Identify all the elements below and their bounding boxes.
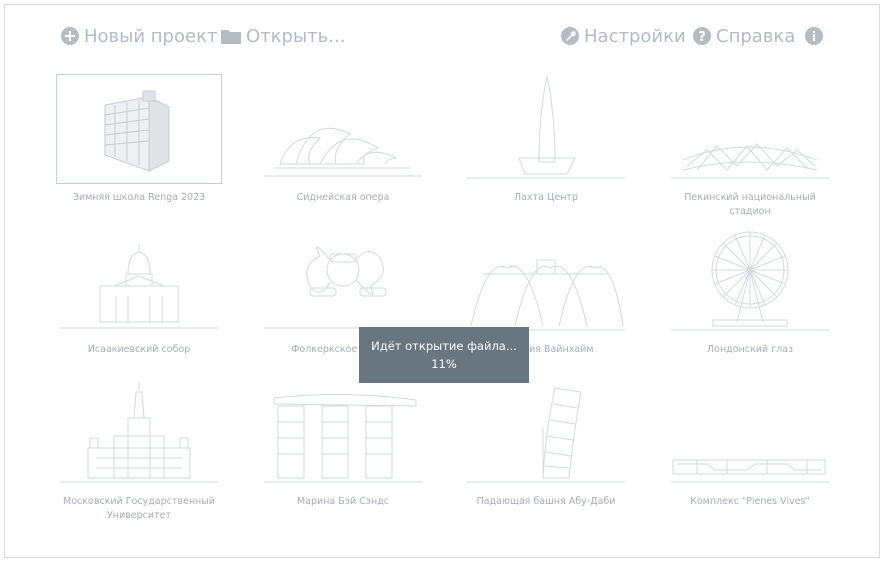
folder-icon — [220, 27, 242, 45]
project-title: Пекинский национальный стадион — [684, 192, 816, 217]
project-thumbnail — [56, 226, 222, 336]
project-thumbnail — [463, 378, 629, 488]
project-title: Зимняя школа Renga 2023 — [72, 192, 206, 203]
project-tile[interactable]: Комплекс "Pienes Vives" — [665, 378, 835, 509]
project-tile[interactable]: Пекинский национальный стадион — [665, 74, 835, 219]
project-tile[interactable]: Лондонский глаз — [665, 226, 835, 357]
question-circle-icon: ? — [692, 26, 712, 46]
project-title: Комплекс "Pienes Vives" — [690, 496, 810, 507]
project-thumbnail — [56, 74, 222, 184]
project-tile[interactable]: Исаакиевский собор — [54, 226, 224, 357]
open-button[interactable]: Открыть... — [220, 22, 345, 50]
project-tile[interactable]: Марина Бэй Сэндс — [258, 378, 428, 509]
open-label: Открыть... — [246, 25, 346, 47]
help-label: Справка — [716, 25, 796, 47]
project-tile[interactable]: Зимняя школа Renga 2023 — [54, 74, 224, 205]
project-tile[interactable]: Падающая башня Абу-Даби — [461, 378, 631, 509]
project-thumbnail — [56, 378, 222, 488]
settings-button[interactable]: Настройки — [560, 22, 686, 50]
new-project-label: Новый проект — [84, 25, 218, 47]
project-tile[interactable]: Московский Государственный Университет — [54, 378, 224, 523]
plus-circle-icon — [60, 26, 80, 46]
project-title: Лахта Центр — [514, 192, 578, 203]
project-tile[interactable]: Сиднейская опера — [258, 74, 428, 205]
project-thumbnail — [260, 378, 426, 488]
project-title: Московский Государственный Университет — [63, 496, 215, 521]
project-title: Падающая башня Абу-Даби — [476, 496, 616, 507]
project-tile[interactable]: Лахта Центр — [461, 74, 631, 205]
project-title: Сиднейская опера — [296, 192, 390, 203]
loading-text: Идёт открытие файла... — [371, 339, 517, 353]
project-title: Марина Бэй Сэндс — [296, 496, 390, 507]
project-thumbnail — [463, 226, 629, 336]
loading-overlay: Идёт открытие файла... 11% — [359, 327, 529, 383]
project-thumbnail — [667, 74, 833, 184]
new-project-button[interactable]: Новый проект — [60, 22, 217, 50]
project-thumbnail — [667, 226, 833, 336]
project-title: Лондонский глаз — [706, 344, 794, 355]
settings-label: Настройки — [584, 25, 686, 47]
project-title: Исаакиевский собор — [87, 344, 191, 355]
project-thumbnail — [667, 378, 833, 488]
project-thumbnail — [260, 226, 426, 336]
project-thumbnail — [260, 74, 426, 184]
loading-percent: 11% — [431, 357, 457, 371]
project-thumbnail — [463, 74, 629, 184]
info-circle-icon — [804, 26, 824, 46]
svg-text:?: ? — [698, 30, 706, 45]
help-button[interactable]: ? Справка — [692, 22, 795, 50]
wrench-icon — [560, 26, 580, 46]
info-button[interactable] — [804, 22, 824, 50]
